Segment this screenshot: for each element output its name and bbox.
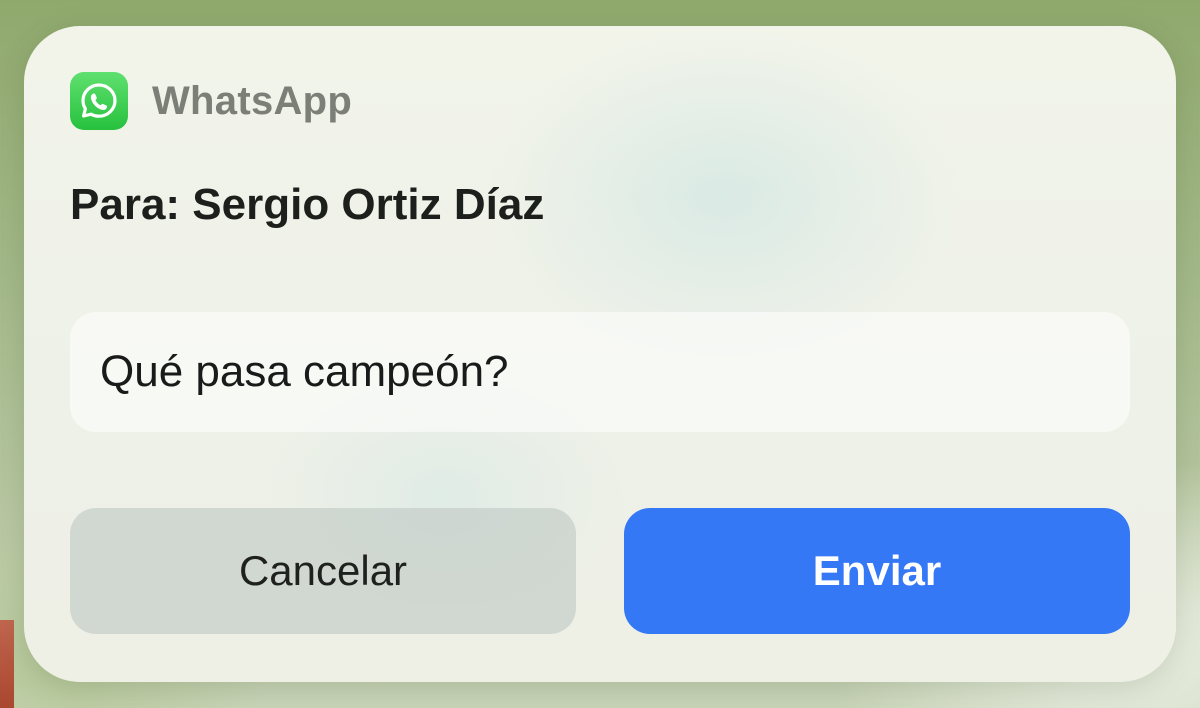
send-button[interactable]: Enviar (624, 508, 1130, 634)
cancel-button[interactable]: Cancelar (70, 508, 576, 634)
message-field[interactable] (70, 312, 1130, 432)
recipient-label: Para: Sergio Ortiz Díaz (70, 180, 545, 229)
whatsapp-icon (70, 72, 128, 130)
message-input[interactable] (100, 347, 1100, 397)
wallpaper-accent (0, 620, 14, 708)
reply-dialog: WhatsApp Para: Sergio Ortiz Díaz Cancela… (24, 26, 1176, 682)
app-name: WhatsApp (152, 78, 353, 123)
dialog-header: WhatsApp (70, 72, 352, 130)
